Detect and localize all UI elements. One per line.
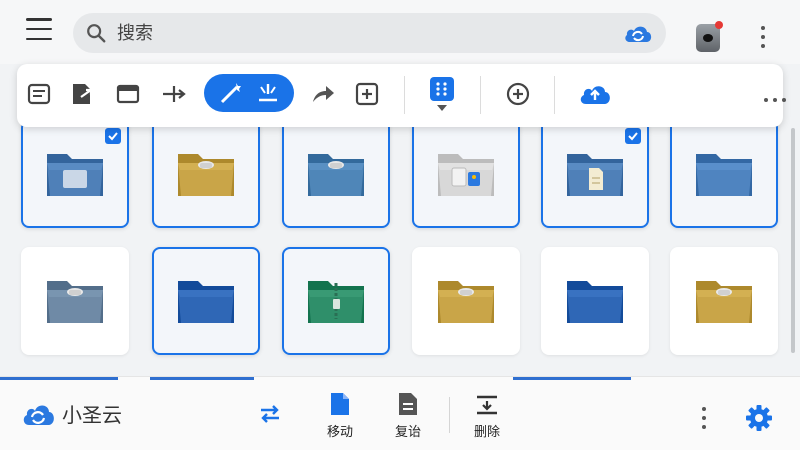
folder-icon xyxy=(696,281,752,323)
avatar[interactable] xyxy=(696,21,723,52)
move-label: 移动 xyxy=(326,425,353,440)
folder-icon xyxy=(567,154,623,196)
folder-tile[interactable] xyxy=(21,120,129,228)
grid-view-icon[interactable] xyxy=(430,77,454,101)
folder-icon xyxy=(178,154,234,196)
file-export-icon[interactable] xyxy=(68,80,96,108)
delete-icon xyxy=(477,395,497,415)
text-document-icon[interactable] xyxy=(25,80,53,108)
move-button[interactable]: 移动 xyxy=(322,391,358,440)
folder-icon xyxy=(438,154,494,196)
search-input[interactable] xyxy=(117,20,597,46)
bottom-bar: 小圣云 移动 复诒 删除 xyxy=(0,376,800,450)
folder-tile[interactable] xyxy=(670,247,778,355)
file-copy-icon xyxy=(399,393,417,415)
add-box-icon[interactable] xyxy=(353,80,381,108)
folder-tile[interactable] xyxy=(412,247,520,355)
scrollbar[interactable] xyxy=(791,128,795,353)
selection-check-icon[interactable] xyxy=(625,128,641,144)
toolbar-divider xyxy=(404,76,405,114)
folder-tile[interactable] xyxy=(670,120,778,228)
top-bar xyxy=(0,0,800,64)
row-peek xyxy=(513,377,631,380)
toolbar-divider xyxy=(554,76,555,114)
folder-icon xyxy=(696,154,752,196)
cloud-sync-icon[interactable] xyxy=(622,20,654,46)
toolbar-divider xyxy=(480,76,481,114)
bottom-divider xyxy=(449,397,450,433)
folder-tile[interactable] xyxy=(541,120,649,228)
cloud-upload-icon[interactable] xyxy=(577,80,613,108)
folder-icon xyxy=(308,154,364,196)
gear-icon[interactable] xyxy=(744,403,774,433)
folder-tile[interactable] xyxy=(152,247,260,355)
selection-check-icon[interactable] xyxy=(105,128,121,144)
menu-icon[interactable] xyxy=(26,18,52,40)
swap-icon xyxy=(261,405,279,423)
row-peek xyxy=(0,377,118,380)
folder-tile[interactable] xyxy=(282,247,390,355)
copy-label: 复诒 xyxy=(394,425,421,440)
file-move-icon xyxy=(331,393,349,415)
folder-icon xyxy=(567,281,623,323)
more-vert-icon[interactable] xyxy=(701,407,707,429)
beam-icon xyxy=(259,84,277,102)
more-vert-icon[interactable] xyxy=(760,26,766,48)
search-bar[interactable] xyxy=(73,13,666,53)
delete-label: 删除 xyxy=(473,425,500,440)
chevron-down-icon[interactable] xyxy=(437,105,447,111)
search-icon xyxy=(87,24,106,43)
more-horiz-icon[interactable] xyxy=(764,98,786,104)
folder-icon xyxy=(308,281,364,323)
add-circle-icon[interactable] xyxy=(504,80,532,108)
magic-edit-toggle[interactable] xyxy=(204,74,294,112)
folder-icon xyxy=(47,281,103,323)
swap-button[interactable] xyxy=(256,401,284,427)
row-peek xyxy=(150,377,254,380)
action-toolbar xyxy=(17,64,786,127)
folder-tile[interactable] xyxy=(412,120,520,228)
app-name: 小圣云 xyxy=(62,403,122,427)
copy-button[interactable]: 复诒 xyxy=(390,391,426,440)
folder-icon xyxy=(178,281,234,323)
folder-tile[interactable] xyxy=(21,247,129,355)
folder-icon xyxy=(47,154,103,196)
brand-logo-icon xyxy=(23,405,54,425)
delete-button[interactable]: 删除 xyxy=(468,393,506,440)
folder-icon xyxy=(438,281,494,323)
merge-arrow-icon[interactable] xyxy=(160,80,188,108)
window-icon[interactable] xyxy=(114,80,142,108)
folder-tile[interactable] xyxy=(152,120,260,228)
magic-wand-icon xyxy=(220,83,241,104)
folder-tile[interactable] xyxy=(282,120,390,228)
share-arrow-icon[interactable] xyxy=(309,80,337,108)
folder-tile[interactable] xyxy=(541,247,649,355)
